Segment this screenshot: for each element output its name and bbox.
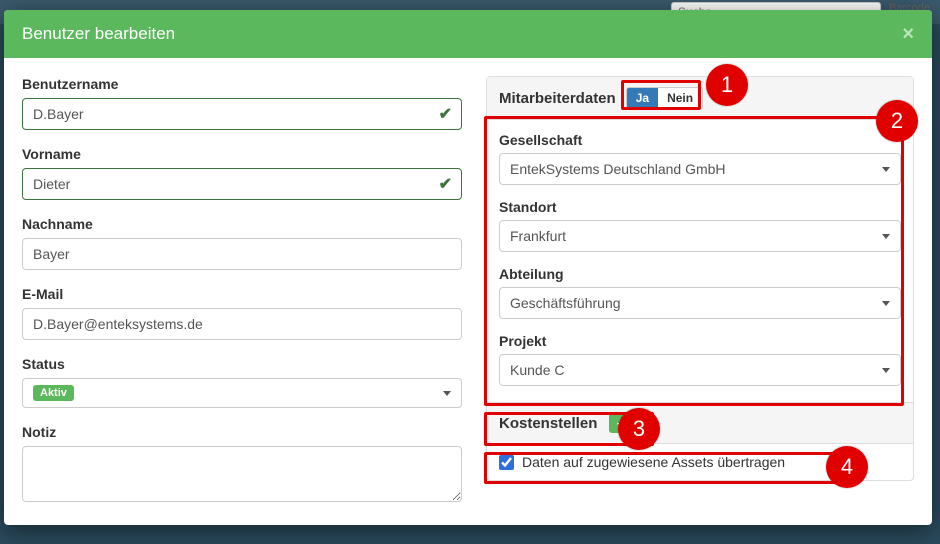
check-icon: ✔ [439,104,452,124]
location-value: Frankfurt [510,228,566,244]
project-value: Kunde C [510,362,564,378]
project-select[interactable]: Kunde C [499,354,901,386]
firstname-label: Vorname [22,146,462,162]
chevron-down-icon [443,391,451,396]
modal-header: Benutzer bearbeiten × [4,10,932,58]
annotation-marker-2: 2 [876,100,918,142]
right-column: Mitarbeiterdaten Ja Nein Gesellschaft En… [486,76,914,507]
modal-title: Benutzer bearbeiten [22,24,175,44]
company-select[interactable]: EntekSystems Deutschland GmbH [499,153,901,185]
annotation-marker-4: 4 [826,446,868,488]
location-label: Standort [499,199,901,215]
employee-heading-label: Mitarbeiterdaten [499,90,616,107]
check-icon: ✔ [439,174,452,194]
annotation-marker-1: 1 [706,64,748,106]
employee-panel: Mitarbeiterdaten Ja Nein Gesellschaft En… [486,76,914,481]
lastname-field[interactable] [22,238,462,270]
email-label: E-Mail [22,286,462,302]
chevron-down-icon [882,234,890,239]
note-textarea[interactable] [22,446,462,502]
username-label: Benutzername [22,76,462,92]
project-label: Projekt [499,333,901,349]
chevron-down-icon [882,368,890,373]
annotation-marker-3: 3 [618,408,660,450]
employee-heading: Mitarbeiterdaten Ja Nein [487,77,913,120]
chevron-down-icon [882,301,890,306]
toggle-no[interactable]: Nein [658,88,702,108]
transfer-checkbox[interactable] [499,455,514,470]
status-select[interactable]: Aktiv [22,378,462,408]
email-field[interactable] [22,308,462,340]
employee-toggle[interactable]: Ja Nein [626,87,703,109]
department-select[interactable]: Geschäftsführung [499,287,901,319]
company-label: Gesellschaft [499,132,901,148]
toggle-yes[interactable]: Ja [627,88,658,108]
username-field[interactable] [22,98,462,130]
note-label: Notiz [22,424,462,440]
chevron-down-icon [882,167,890,172]
status-label: Status [22,356,462,372]
costcenter-heading: Kostenstellen + [487,402,913,444]
location-select[interactable]: Frankfurt [499,220,901,252]
company-value: EntekSystems Deutschland GmbH [510,161,726,177]
left-column: Benutzername ✔ Vorname ✔ Nachname E-Mail… [22,76,462,507]
status-badge: Aktiv [33,385,74,401]
department-value: Geschäftsführung [510,295,621,311]
transfer-label: Daten auf zugewiesene Assets übertragen [522,454,785,470]
firstname-field[interactable] [22,168,462,200]
lastname-label: Nachname [22,216,462,232]
employee-panel-body: Gesellschaft EntekSystems Deutschland Gm… [487,120,913,402]
close-icon[interactable]: × [902,24,914,44]
edit-user-modal: Benutzer bearbeiten × Benutzername ✔ Vor… [4,10,932,525]
costcenter-label: Kostenstellen [499,415,597,432]
department-label: Abteilung [499,266,901,282]
